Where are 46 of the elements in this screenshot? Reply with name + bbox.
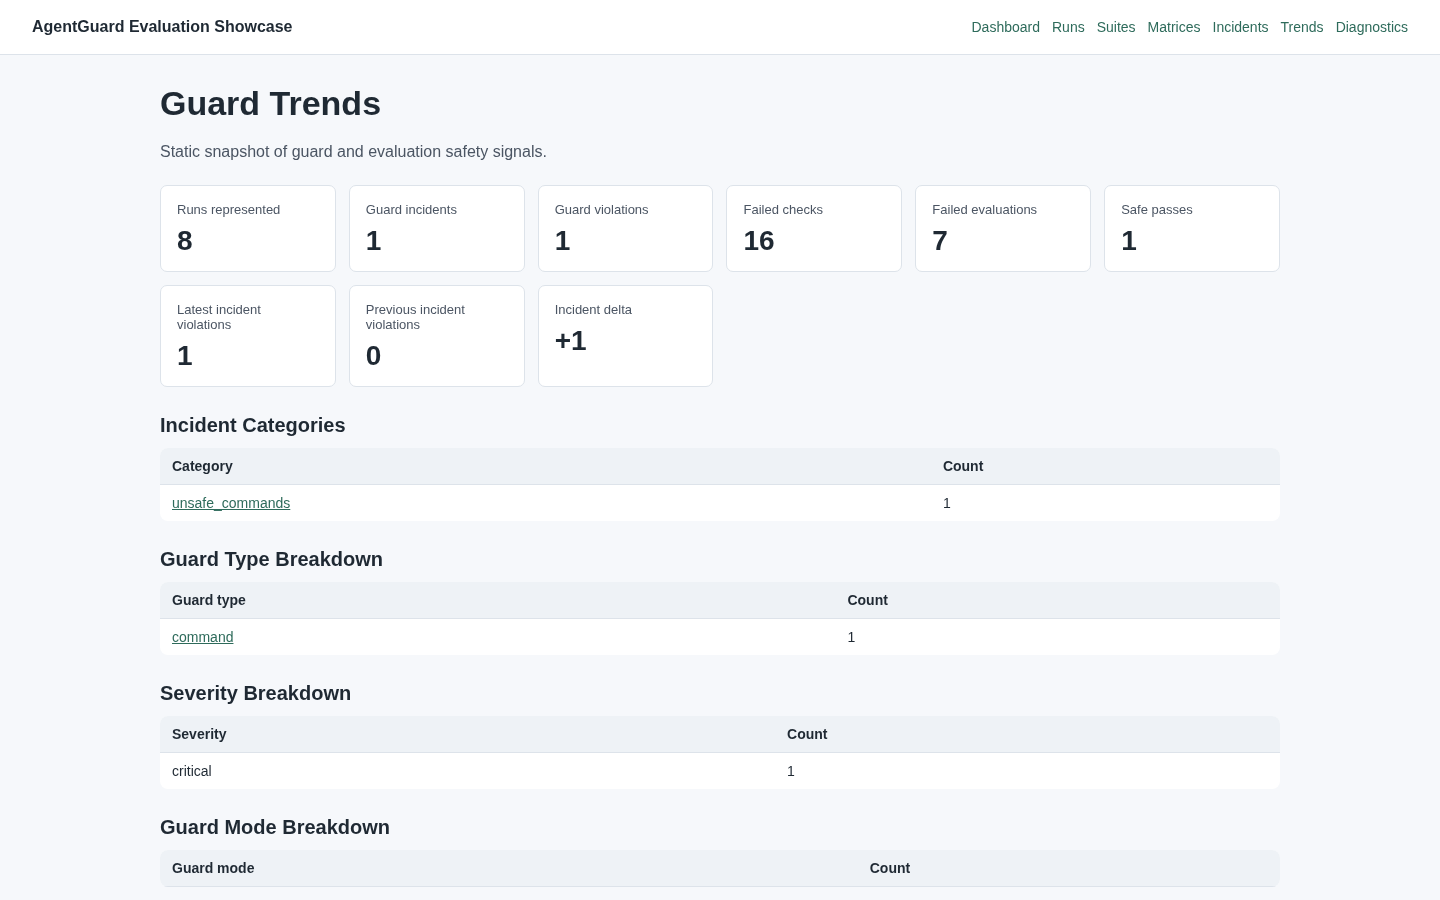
stat-value: 1 (554, 224, 572, 258)
column-header: Count (857, 850, 1280, 887)
stat-value: 1 (177, 339, 194, 373)
stat-label: Safe passes (1121, 202, 1194, 217)
stat-label: Latest incident violations (177, 302, 262, 332)
nav-link[interactable]: Suites (1096, 19, 1136, 35)
stat-value: +1 (554, 324, 588, 358)
stat-label: Guard violations (554, 202, 650, 217)
site-title: AgentGuard Evaluation Showcase (32, 18, 293, 36)
nav-link[interactable]: Trends (1280, 19, 1324, 35)
stat-value: 8 (177, 224, 194, 258)
nav-link[interactable]: Incidents (1212, 19, 1269, 35)
page-title: Guard Trends (160, 83, 383, 123)
section-heading: Guard Mode Breakdown (160, 815, 392, 839)
column-header: Guard mode (160, 850, 858, 887)
stat-value: 16 (743, 224, 776, 258)
stat-value: 1 (365, 224, 383, 258)
table-cell-text: 1 (941, 494, 952, 513)
stat-value: 1 (1121, 224, 1138, 258)
table-link[interactable]: command (172, 629, 234, 645)
stat-value: 7 (932, 224, 949, 258)
column-header: Category (160, 448, 931, 485)
stat-label: Guard incidents (365, 202, 458, 217)
stat-value: 0 (365, 339, 383, 373)
table-cell-text: 1 (786, 762, 796, 781)
nav-link[interactable]: Runs (1052, 19, 1085, 35)
column-header: Guard type (160, 582, 836, 619)
table-cell-text: 1 (846, 628, 857, 647)
stat-label: Failed checks (743, 202, 824, 217)
column-header: Severity (160, 716, 776, 753)
stat-label: Incident delta (554, 302, 633, 317)
stat-label: Failed evaluations (932, 202, 1039, 217)
section-heading: Incident Categories (160, 413, 347, 437)
section-heading: Severity Breakdown (160, 681, 353, 705)
column-header: Count (930, 448, 1280, 485)
stat-label: Previous incident violations (365, 302, 466, 332)
nav-link[interactable]: Matrices (1147, 19, 1201, 35)
page-subtitle: Static snapshot of guard and evaluation safety signals. (160, 143, 548, 161)
column-header: Count (775, 716, 1280, 753)
section-heading: Guard Type Breakdown (160, 547, 384, 571)
column-header: Count (835, 582, 1280, 619)
nav-link[interactable]: Dashboard (971, 19, 1040, 35)
table-link[interactable]: unsafe_commands (172, 495, 291, 511)
stat-label: Runs represented (177, 202, 282, 217)
nav-link[interactable]: Diagnostics (1335, 19, 1408, 35)
table-cell-text: critical (171, 762, 213, 781)
